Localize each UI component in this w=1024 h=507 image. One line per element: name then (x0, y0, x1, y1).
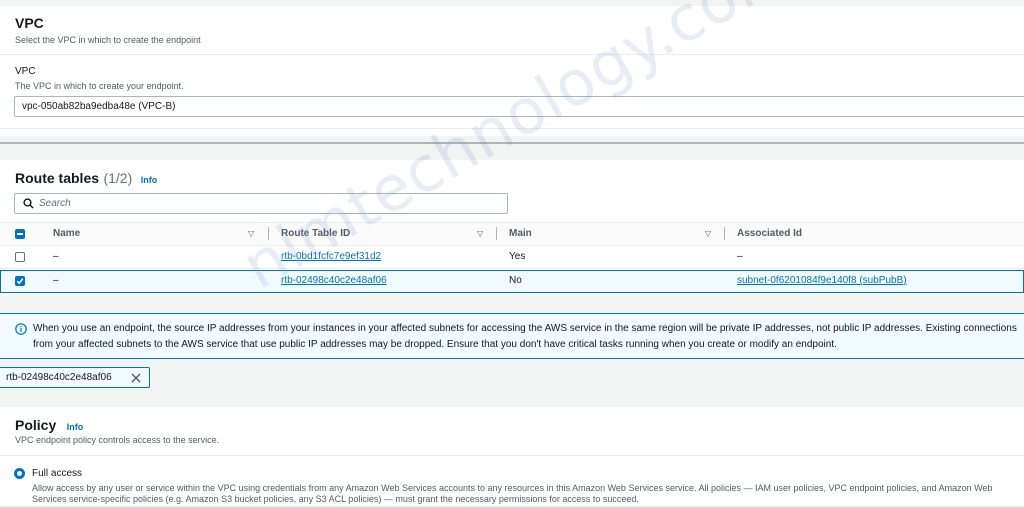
row-checkbox-checked[interactable] (15, 276, 25, 286)
route-tables-count: (1/2) (103, 170, 133, 186)
row-main: Yes (509, 251, 526, 262)
divider (0, 54, 1024, 55)
column-separator[interactable] (724, 227, 725, 240)
search-icon (23, 198, 34, 209)
row-name: – (53, 275, 59, 286)
token-label: rtb-02498c40c2e48af06 (6, 372, 112, 383)
column-header-associated-id[interactable]: Associated Id (737, 228, 802, 239)
column-separator[interactable] (496, 227, 497, 240)
route-tables-header: Route tables (1/2) Info (15, 170, 157, 188)
divider (0, 455, 1024, 456)
column-separator[interactable] (268, 227, 269, 240)
column-header-route-table-id[interactable]: Route Table ID (281, 228, 350, 239)
row-route-table-id-link[interactable]: rtb-02498c40c2e48af06 (281, 275, 387, 286)
divider (0, 128, 1024, 129)
select-all-checkbox[interactable] (15, 229, 25, 239)
route-tables-title: Route tables (15, 170, 100, 186)
policy-title: Policy (15, 417, 57, 433)
vpc-select[interactable]: vpc-050ab82ba9edba48e (VPC-B) (14, 96, 1024, 117)
policy-header: Policy Info (15, 417, 83, 435)
column-header-name[interactable]: Name (53, 228, 80, 239)
sort-down-icon[interactable]: ▽ (477, 229, 483, 238)
section-separator (0, 142, 1024, 144)
vpc-panel: VPC Select the VPC in which to create th… (0, 6, 1024, 136)
row-associated-id: – (737, 251, 743, 262)
selected-route-table-token: rtb-02498c40c2e48af06 (0, 367, 150, 388)
close-icon[interactable] (131, 373, 141, 383)
row-name: – (53, 251, 59, 262)
route-table-search[interactable]: Search (14, 193, 508, 214)
row-checkbox[interactable] (15, 252, 25, 262)
row-main: No (509, 275, 522, 286)
table-row-selected[interactable]: – rtb-02498c40c2e48af06 No subnet-0f6201… (0, 270, 1024, 293)
column-header-main[interactable]: Main (509, 228, 532, 239)
route-tables-info-link[interactable]: Info (141, 175, 158, 185)
info-circle-icon (15, 323, 27, 335)
full-access-option-description: Allow access by any user or service with… (32, 483, 993, 504)
policy-info-link[interactable]: Info (67, 422, 84, 432)
vpc-section-description: Select the VPC in which to create the en… (15, 35, 201, 45)
info-alert: When you use an endpoint, the source IP … (0, 313, 1024, 359)
radio-dot (17, 471, 22, 476)
full-access-option-label[interactable]: Full access (32, 468, 82, 479)
row-route-table-id-link[interactable]: rtb-0bd1fcfc7e9ef31d2 (281, 251, 381, 262)
checkmark-icon (16, 278, 24, 285)
vpc-field-description: The VPC in which to create your endpoint… (15, 81, 184, 91)
sort-down-icon[interactable]: ▽ (248, 229, 254, 238)
policy-panel: Policy Info VPC endpoint policy controls… (0, 407, 1024, 505)
sort-down-icon[interactable]: ▽ (705, 229, 711, 238)
vpc-section-title: VPC (15, 15, 44, 31)
radio-selected-icon[interactable] (14, 468, 25, 479)
vpc-field-label: VPC (15, 66, 36, 77)
policy-description: VPC endpoint policy controls access to t… (15, 435, 220, 445)
row-associated-id-link[interactable]: subnet-0f6201084f9e140f8 (subPubB) (737, 275, 907, 286)
search-placeholder: Search (39, 198, 71, 209)
table-row[interactable]: – rtb-0bd1fcfc7e9ef31d2 Yes – (0, 246, 1024, 269)
indeterminate-mark (17, 233, 23, 235)
vpc-select-value: vpc-050ab82ba9edba48e (VPC-B) (22, 101, 176, 112)
info-alert-text: When you use an endpoint, the source IP … (33, 323, 1017, 350)
